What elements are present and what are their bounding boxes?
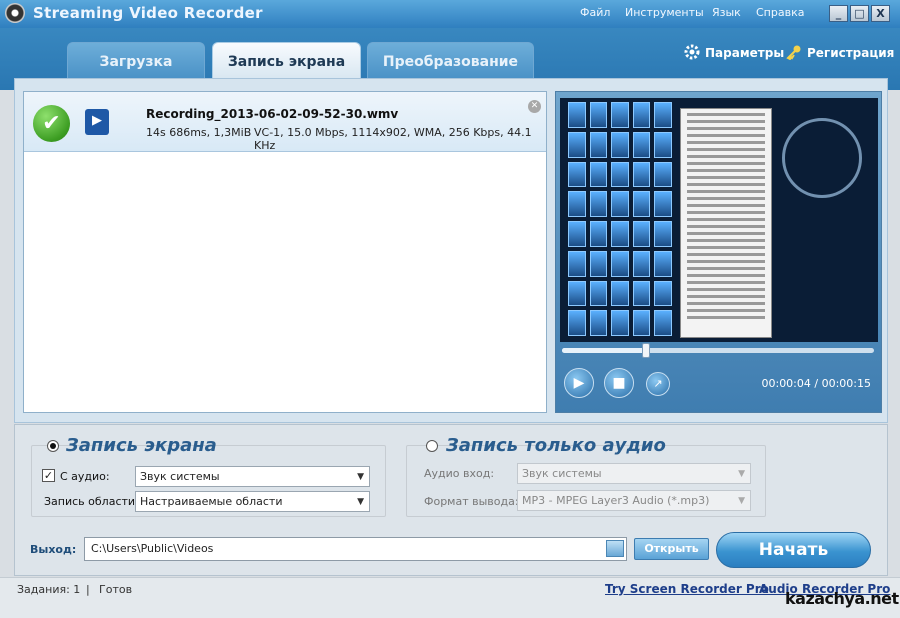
audio-source-value: Звук системы (140, 470, 220, 483)
status-text: Готов (99, 583, 133, 596)
app-logo-icon (5, 3, 25, 23)
menu-file[interactable]: Файл (580, 6, 610, 19)
chevron-down-icon: ▼ (738, 469, 745, 479)
minimize-button[interactable]: _ (829, 5, 848, 22)
key-icon (786, 44, 802, 61)
audio-input-select[interactable]: Звук системы ▼ (517, 463, 751, 484)
output-path-value: C:\Users\Public\Videos (91, 542, 214, 555)
menu-tools[interactable]: Инструменты (625, 6, 704, 19)
audio-source-select[interactable]: Звук системы ▼ (135, 466, 370, 487)
close-button[interactable]: X (871, 5, 890, 22)
area-select[interactable]: Настраиваемые области ▼ (135, 491, 370, 512)
audio-input-value: Звук системы (522, 467, 602, 480)
output-path-field[interactable]: C:\Users\Public\Videos (84, 537, 627, 561)
settings-link[interactable]: Параметры (684, 44, 784, 60)
open-button[interactable]: Открыть (634, 538, 709, 560)
chevron-down-icon: ▼ (357, 497, 364, 507)
tasks-count: Задания: 1 (17, 583, 81, 596)
seek-handle[interactable] (642, 343, 651, 358)
preview-context-menu (680, 108, 772, 338)
maximize-button[interactable]: □ (850, 5, 869, 22)
recording-details: VC-1, 15.0 Mbps, 1114x902, WMA, 256 Kbps… (254, 126, 532, 152)
status-bar: Задания: 1 | Готов Try Screen Recorder P… (0, 577, 900, 618)
remove-item-icon[interactable]: ✕ (528, 100, 541, 113)
register-link[interactable]: Регистрация (786, 44, 895, 61)
with-audio-checkbox[interactable]: ✓ (42, 469, 55, 482)
watermark: kazachya.net (785, 589, 899, 608)
status-divider: | (86, 583, 90, 596)
recording-filename: Recording_2013-06-02-09-52-30.wmv (146, 107, 399, 121)
audio-input-label: Аудио вход: (424, 467, 495, 480)
play-button[interactable]: ▶ (564, 368, 594, 398)
screen-recorder-pro-link[interactable]: Try Screen Recorder Pro (605, 582, 769, 596)
seek-progress (562, 348, 647, 353)
seek-bar[interactable] (562, 343, 874, 358)
with-audio-label: С аудио: (60, 470, 110, 483)
checkmark-icon: ✔ (33, 105, 70, 142)
start-button[interactable]: Начать (716, 532, 871, 568)
screen-record-radio[interactable] (47, 440, 59, 452)
recording-duration-size: 14s 686ms, 1,3MiB (146, 126, 252, 139)
folder-icon[interactable] (606, 540, 624, 557)
format-select[interactable]: MP3 - MPEG Layer3 Audio (*.mp3) ▼ (517, 490, 751, 511)
preview-desktop-icons (568, 102, 672, 336)
chevron-down-icon: ▼ (738, 496, 745, 506)
video-preview: ▶ ■ ↗ 00:00:04 / 00:00:15 (555, 91, 882, 413)
output-label: Выход: (30, 543, 77, 556)
screen-record-title: Запись экрана (66, 435, 217, 456)
title-bar: Streaming Video Recorder Файл Инструмент… (0, 0, 900, 28)
format-label: Формат вывода: (424, 495, 519, 508)
register-label: Регистрация (807, 46, 895, 60)
recordings-list[interactable]: ✔ ▶ Recording_2013-06-02-09-52-30.wmv 14… (23, 91, 547, 413)
playback-time: 00:00:04 / 00:00:15 (761, 377, 871, 390)
format-value: MP3 - MPEG Layer3 Audio (*.mp3) (522, 494, 710, 507)
main-panel: ✔ ▶ Recording_2013-06-02-09-52-30.wmv 14… (14, 78, 888, 423)
preview-wallpaper-logo (782, 118, 862, 198)
video-camera-icon: ▶ (85, 109, 109, 135)
app-window: Streaming Video Recorder Файл Инструмент… (0, 0, 900, 618)
menu-help[interactable]: Справка (756, 6, 804, 19)
app-title: Streaming Video Recorder (33, 4, 263, 22)
audio-only-radio[interactable] (426, 440, 438, 452)
preview-screen (560, 98, 878, 342)
area-value: Настраиваемые области (140, 495, 283, 508)
tab-download[interactable]: Загрузка (67, 42, 205, 78)
chevron-down-icon: ▼ (357, 472, 364, 482)
area-label: Запись области: (44, 495, 139, 508)
tab-convert[interactable]: Преобразование (367, 42, 534, 78)
audio-only-title: Запись только аудио (446, 435, 666, 456)
stop-button[interactable]: ■ (604, 368, 634, 398)
settings-label: Параметры (705, 46, 785, 60)
open-external-button[interactable]: ↗ (646, 372, 670, 396)
gear-icon (684, 44, 700, 60)
tab-screen-record[interactable]: Запись экрана (212, 42, 361, 80)
menu-language[interactable]: Язык (712, 6, 741, 19)
list-item[interactable]: ✔ ▶ Recording_2013-06-02-09-52-30.wmv 14… (24, 92, 546, 152)
